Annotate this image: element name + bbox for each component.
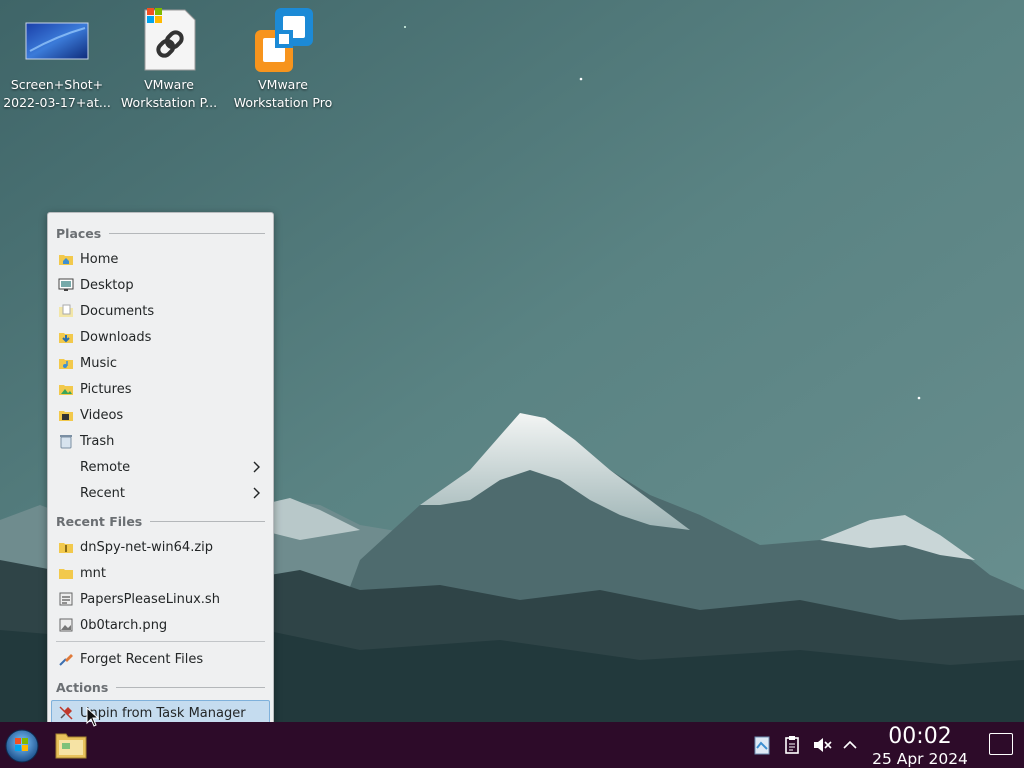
menu-item-label: Unpin from Task Manager <box>80 705 246 721</box>
desktop-icon-label: Workstation P... <box>120 95 218 110</box>
chevron-right-icon <box>253 487 260 499</box>
menu-item-remote[interactable]: Remote <box>48 454 273 480</box>
desktop-icon-label: VMware <box>258 77 308 92</box>
menu-item-label: dnSpy-net-win64.zip <box>80 539 214 555</box>
menu-item-label: Videos <box>80 407 124 423</box>
mouse-cursor-icon <box>86 707 100 727</box>
start-menu-button[interactable] <box>4 728 40 764</box>
menu-item-music[interactable]: Music <box>48 350 273 376</box>
menu-item-label: Recent <box>80 485 125 501</box>
chevron-up-icon[interactable] <box>839 734 861 756</box>
menu-item-trash[interactable]: Trash <box>48 428 273 454</box>
clock-time: 00:02 <box>888 724 952 749</box>
menu-item-downloads[interactable]: Downloads <box>48 324 273 350</box>
menu-item-label: Pictures <box>80 381 132 397</box>
unpin-icon <box>59 706 73 720</box>
places-section-header: Places <box>48 220 273 246</box>
section-divider <box>116 686 265 688</box>
desktop-icon-label: Workstation Pro <box>233 95 333 110</box>
script-file-icon <box>59 592 73 606</box>
menu-item-videos[interactable]: Videos <box>48 402 273 428</box>
menu-item-label: 0b0tarch.png <box>80 617 168 633</box>
desktop-icon-vmware-pro[interactable]: VMware Workstation Pro <box>228 6 338 112</box>
menu-item-documents[interactable]: Documents <box>48 298 273 324</box>
menu-separator <box>56 641 265 642</box>
menu-item-label: mnt <box>80 565 106 581</box>
menu-item-recent-file[interactable]: dnSpy-net-win64.zip <box>48 534 273 560</box>
trash-icon <box>60 435 72 449</box>
vmware-icon <box>251 6 315 74</box>
downloads-folder-icon <box>59 333 73 343</box>
task-manager-context-menu: Places Home Desktop Documents Downloads … <box>47 212 274 731</box>
menu-item-label: PapersPleaseLinux.sh <box>80 591 220 607</box>
image-file-icon <box>59 618 73 632</box>
home-folder-icon <box>59 255 73 265</box>
clipboard-icon[interactable] <box>781 734 803 756</box>
clock-date: 25 Apr 2024 <box>872 750 968 768</box>
menu-item-label: Desktop <box>80 277 134 293</box>
menu-item-label: Downloads <box>80 329 152 345</box>
broom-icon <box>59 654 73 666</box>
section-divider <box>150 520 265 522</box>
section-title: Places <box>56 225 102 241</box>
menu-item-pictures[interactable]: Pictures <box>48 376 273 402</box>
file-manager-taskbar-button[interactable] <box>54 730 88 760</box>
show-desktop-button[interactable] <box>989 733 1013 755</box>
zip-file-icon <box>59 543 73 553</box>
digital-clock[interactable]: 00:02 25 Apr 2024 <box>866 724 974 768</box>
menu-item-label: Forget Recent Files <box>80 651 204 667</box>
section-title: Actions <box>56 679 109 695</box>
volume-muted-icon[interactable] <box>811 734 833 756</box>
menu-item-desktop[interactable]: Desktop <box>48 272 273 298</box>
menu-item-home[interactable]: Home <box>48 246 273 272</box>
menu-item-recent-file[interactable]: PapersPleaseLinux.sh <box>48 586 273 612</box>
menu-item-recent-file[interactable]: mnt <box>48 560 273 586</box>
section-divider <box>109 232 265 234</box>
menu-item-label: Music <box>80 355 117 371</box>
desktop-folder-icon <box>58 278 74 291</box>
desktop-icon-screenshot[interactable]: Screen+Shot+ 2022-03-17+at... <box>2 6 112 112</box>
menu-item-label: Remote <box>80 459 131 475</box>
image-thumbnail-icon <box>25 6 89 74</box>
desktop-icon-label: Screen+Shot+ <box>10 77 104 92</box>
desktop-icon-vmware-link[interactable]: VMware Workstation P... <box>114 6 224 112</box>
desktop-icon-label: 2022-03-17+at... <box>3 95 111 110</box>
menu-item-forget-recent-files[interactable]: Forget Recent Files <box>48 646 273 672</box>
windows-orb-icon <box>5 729 39 763</box>
recent-files-section-header: Recent Files <box>48 508 273 534</box>
desktop-icon-label: VMware <box>144 77 194 92</box>
clipboard-manager-icon[interactable] <box>751 734 773 756</box>
link-file-icon <box>137 6 201 74</box>
documents-folder-icon <box>59 304 73 317</box>
folder-icon <box>59 569 73 579</box>
menu-item-label: Documents <box>80 303 155 319</box>
videos-folder-icon <box>59 411 73 421</box>
section-title: Recent Files <box>56 513 143 529</box>
taskbar: 00:02 25 Apr 2024 <box>0 722 1024 768</box>
pictures-folder-icon <box>59 385 73 395</box>
menu-item-recent-file[interactable]: 0b0tarch.png <box>48 612 273 638</box>
menu-item-label: Trash <box>80 433 115 449</box>
folder-icon <box>55 733 87 759</box>
actions-section-header: Actions <box>48 674 273 700</box>
music-folder-icon <box>59 359 73 369</box>
chevron-right-icon <box>253 461 260 473</box>
menu-item-label: Home <box>80 251 119 267</box>
menu-item-recent[interactable]: Recent <box>48 480 273 506</box>
